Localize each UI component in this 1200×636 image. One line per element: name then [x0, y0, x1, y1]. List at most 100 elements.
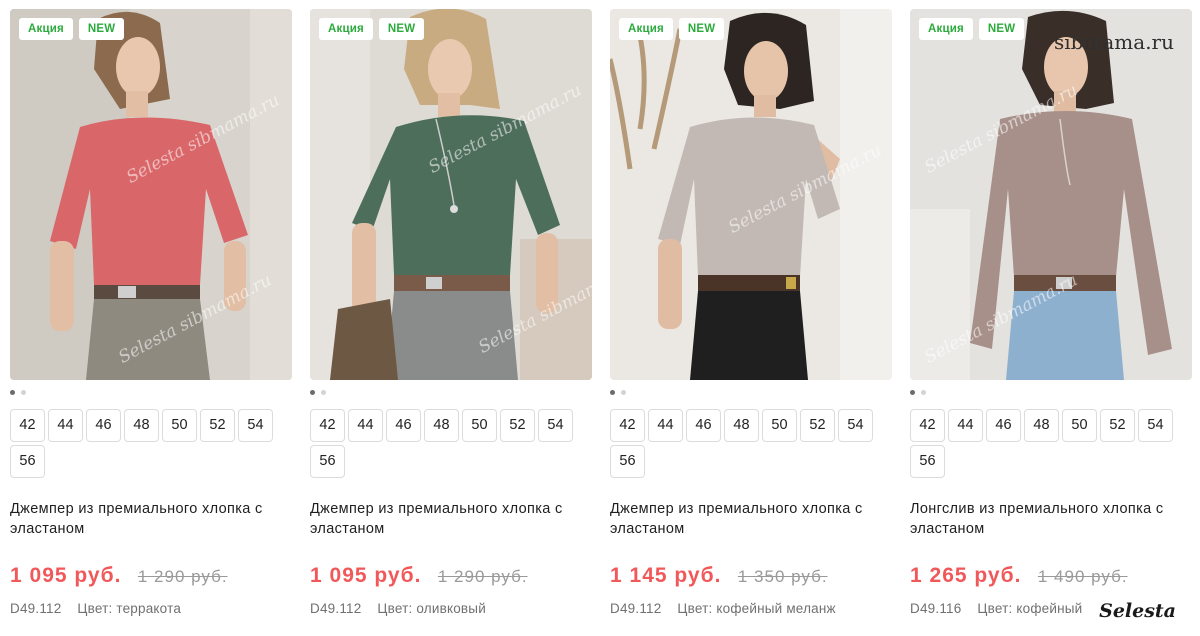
size-option[interactable]: 44 [348, 409, 383, 442]
site-watermark-logo: sibmama.ru [1053, 30, 1174, 54]
new-badge: NEW [678, 18, 725, 40]
pagination-dot-active[interactable] [610, 390, 615, 395]
size-selector: 42 44 46 48 50 52 54 56 [10, 409, 292, 478]
size-option[interactable]: 50 [162, 409, 197, 442]
size-option[interactable]: 54 [1138, 409, 1173, 442]
color-label: Цвет: кофейный [977, 601, 1083, 616]
size-option[interactable]: 46 [686, 409, 721, 442]
new-badge: NEW [78, 18, 125, 40]
product-photo-image [910, 9, 1192, 380]
size-option[interactable]: 54 [838, 409, 873, 442]
product-title-link[interactable]: Лонгслив из премиального хлопка с эласта… [910, 499, 1192, 539]
product-photo-image [310, 9, 592, 380]
product-card[interactable]: Selesta sibmama.ru Selesta sibmama.ru Ак… [310, 0, 592, 636]
size-selector: 42 44 46 48 50 52 54 56 [910, 409, 1192, 478]
size-option[interactable]: 46 [386, 409, 421, 442]
product-title-link[interactable]: Джемпер из премиального хлопка с эластан… [10, 499, 292, 539]
product-title-link[interactable]: Джемпер из премиального хлопка с эластан… [310, 499, 592, 539]
product-card[interactable]: Selesta sibmama.ru Акция NEW 42 44 46 48… [610, 0, 892, 636]
image-pagination [310, 390, 326, 395]
image-pagination [610, 390, 626, 395]
current-price: 1 095 руб. [10, 564, 122, 587]
product-meta: D49.112 Цвет: оливковый [310, 601, 486, 616]
badge-group: Акция NEW [19, 18, 125, 40]
badge-group: Акция NEW [919, 18, 1025, 40]
sale-badge: Акция [19, 18, 73, 40]
article-number: D49.112 [310, 601, 362, 616]
sale-badge: Акция [319, 18, 373, 40]
size-option[interactable]: 56 [10, 445, 45, 478]
corner-watermark-logo: Selesta [1099, 600, 1176, 622]
size-option[interactable]: 56 [610, 445, 645, 478]
product-photo[interactable]: Selesta sibmama.ru Акция NEW [610, 9, 892, 380]
article-number: D49.112 [610, 601, 662, 616]
product-photo[interactable]: Selesta sibmama.ru Selesta sibmama.ru Ак… [310, 9, 592, 380]
size-option[interactable]: 50 [762, 409, 797, 442]
current-price: 1 145 руб. [610, 564, 722, 587]
price-block: 1 145 руб. 1 350 руб. [610, 564, 828, 588]
size-option[interactable]: 42 [910, 409, 945, 442]
size-option[interactable]: 52 [800, 409, 835, 442]
size-option[interactable]: 44 [648, 409, 683, 442]
color-label: Цвет: терракота [77, 601, 182, 616]
size-option[interactable]: 52 [500, 409, 535, 442]
size-option[interactable]: 52 [1100, 409, 1135, 442]
product-photo-image [10, 9, 292, 380]
article-number: D49.112 [10, 601, 62, 616]
price-block: 1 265 руб. 1 490 руб. [910, 564, 1128, 588]
current-price: 1 265 руб. [910, 564, 1022, 587]
product-card[interactable]: Selesta sibmama.ru Selesta sibmama.ru si… [910, 0, 1192, 636]
image-pagination [910, 390, 926, 395]
badge-group: Акция NEW [319, 18, 425, 40]
size-option[interactable]: 42 [10, 409, 45, 442]
pagination-dot-active[interactable] [10, 390, 15, 395]
pagination-dot[interactable] [21, 390, 26, 395]
size-option[interactable]: 54 [538, 409, 573, 442]
product-grid: Selesta sibmama.ru Selesta sibmama.ru Ак… [0, 0, 1200, 636]
size-option[interactable]: 46 [986, 409, 1021, 442]
sale-badge: Акция [919, 18, 973, 40]
article-number: D49.116 [910, 601, 962, 616]
size-option[interactable]: 44 [948, 409, 983, 442]
size-option[interactable]: 52 [200, 409, 235, 442]
size-option[interactable]: 46 [86, 409, 121, 442]
pagination-dot[interactable] [621, 390, 626, 395]
pagination-dot[interactable] [321, 390, 326, 395]
size-option[interactable]: 42 [310, 409, 345, 442]
product-card[interactable]: Selesta sibmama.ru Selesta sibmama.ru Ак… [10, 0, 292, 636]
product-meta: D49.116 Цвет: кофейный [910, 601, 1082, 616]
size-option[interactable]: 48 [1024, 409, 1059, 442]
product-photo[interactable]: Selesta sibmama.ru Selesta sibmama.ru Ак… [10, 9, 292, 380]
pagination-dot-active[interactable] [910, 390, 915, 395]
size-selector: 42 44 46 48 50 52 54 56 [310, 409, 592, 478]
old-price: 1 290 руб. [437, 567, 528, 586]
size-option[interactable]: 44 [48, 409, 83, 442]
size-option[interactable]: 42 [610, 409, 645, 442]
product-photo-image [610, 9, 892, 380]
product-title-link[interactable]: Джемпер из премиального хлопка с эластан… [610, 499, 892, 539]
size-option[interactable]: 56 [310, 445, 345, 478]
sale-badge: Акция [619, 18, 673, 40]
new-badge: NEW [978, 18, 1025, 40]
product-photo[interactable]: Selesta sibmama.ru Selesta sibmama.ru si… [910, 9, 1192, 380]
pagination-dot[interactable] [921, 390, 926, 395]
product-meta: D49.112 Цвет: терракота [10, 601, 181, 616]
current-price: 1 095 руб. [310, 564, 422, 587]
color-label: Цвет: кофейный меланж [677, 601, 836, 616]
size-option[interactable]: 50 [1062, 409, 1097, 442]
price-block: 1 095 руб. 1 290 руб. [10, 564, 228, 588]
size-selector: 42 44 46 48 50 52 54 56 [610, 409, 892, 478]
old-price: 1 350 руб. [737, 567, 828, 586]
product-meta: D49.112 Цвет: кофейный меланж [610, 601, 836, 616]
pagination-dot-active[interactable] [310, 390, 315, 395]
size-option[interactable]: 48 [124, 409, 159, 442]
price-block: 1 095 руб. 1 290 руб. [310, 564, 528, 588]
size-option[interactable]: 54 [238, 409, 273, 442]
size-option[interactable]: 56 [910, 445, 945, 478]
size-option[interactable]: 48 [424, 409, 459, 442]
new-badge: NEW [378, 18, 425, 40]
size-option[interactable]: 50 [462, 409, 497, 442]
size-option[interactable]: 48 [724, 409, 759, 442]
old-price: 1 490 руб. [1037, 567, 1128, 586]
badge-group: Акция NEW [619, 18, 725, 40]
